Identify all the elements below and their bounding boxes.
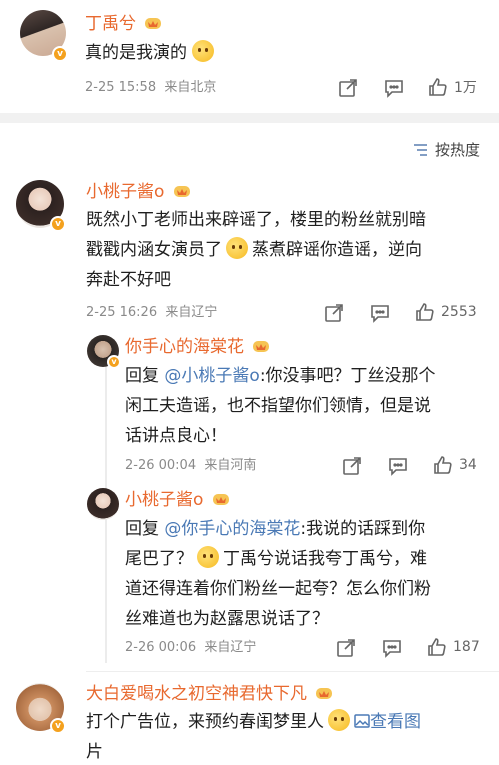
comment-source: 来自辽宁 (165, 305, 218, 320)
post-source: 来自北京 (164, 80, 217, 95)
reply-source: 来自辽宁 (204, 640, 257, 655)
fan-crown-icon (212, 494, 229, 505)
thumbs-up-icon (428, 638, 446, 656)
comment-text: 打个广告位，来预约春闺梦里人 查看图 片 (86, 707, 486, 765)
thumbs-up-icon (434, 456, 452, 474)
fan-crown-icon (173, 186, 190, 197)
avatar-xiaotaozi-small[interactable] (87, 488, 119, 520)
verified-badge-icon: v (52, 46, 68, 62)
comment-icon[interactable] (384, 78, 404, 98)
mention-link[interactable]: @小桃子酱o (164, 366, 259, 386)
comment-author[interactable]: 大白爱喝水之初空神君快下凡 (86, 683, 333, 705)
verified-badge-icon: v (107, 355, 121, 369)
mention-link[interactable]: @你手心的海棠花 (164, 519, 300, 539)
comment-icon[interactable] (382, 638, 402, 658)
comment-meta: 2-25 16:26 来自辽宁 (86, 304, 217, 322)
like-count: 1万 (454, 80, 477, 96)
reply-meta: 2-26 00:06 来自辽宁 (125, 639, 256, 657)
reply-text: 回复 @小桃子酱o:你没事吧？丁丝没那个 闲工夫造谣，也不指望你们领情，但是说 … (125, 366, 436, 446)
reply-source: 来自河南 (204, 458, 257, 473)
fan-crown-icon (253, 341, 270, 352)
author-name[interactable]: 丁禹兮 (85, 13, 162, 35)
sort-label: 按热度 (435, 141, 481, 159)
share-icon[interactable] (336, 638, 356, 658)
reply-time: 2-26 00:06 (125, 640, 197, 655)
heart-eyes-emoji-icon (328, 709, 350, 731)
reply-meta: 2-26 00:04 来自河南 (125, 457, 256, 475)
comment-time: 2-25 16:26 (86, 305, 158, 320)
facepalm-emoji-icon (226, 237, 248, 259)
verified-badge-icon: v (50, 718, 66, 734)
share-icon[interactable] (324, 303, 344, 323)
share-icon[interactable] (342, 456, 362, 476)
fan-crown-icon (145, 18, 162, 29)
comment-icon[interactable] (388, 456, 408, 476)
like-button[interactable]: 2553 (415, 302, 477, 322)
reply-author[interactable]: 你手心的海棠花 (125, 336, 270, 358)
view-image-link[interactable]: 查看图 (354, 712, 421, 732)
fan-crown-icon (316, 688, 333, 699)
reply-text: 回复 @你手心的海棠花:我说的话踩到你 尾巴了？ 丁禹兮说话我夸丁禹兮，难 道还得… (125, 519, 431, 629)
section-divider (0, 113, 499, 123)
share-icon[interactable] (338, 78, 358, 98)
sort-toggle[interactable]: 按热度 (413, 139, 480, 160)
thumbs-up-icon (429, 78, 447, 96)
comment-text: 既然小丁老师出来辟谣了，楼里的粉丝就别暗 戳戳内涵女演员了 蒸煮辟谣你造谣，逆向 … (86, 210, 426, 290)
like-button[interactable]: 1万 (428, 77, 477, 97)
image-icon (354, 714, 370, 728)
reply-author[interactable]: 小桃子酱o (125, 489, 230, 511)
post-meta: 2-25 15:58 来自北京 (85, 79, 216, 97)
like-button[interactable]: 187 (427, 637, 480, 657)
thumbs-up-icon (416, 303, 434, 321)
post-text: 真的是我演的 (85, 38, 215, 68)
reply-time: 2-26 00:04 (125, 458, 197, 473)
comment-icon[interactable] (370, 303, 390, 323)
comment-author[interactable]: 小桃子酱o (86, 181, 191, 203)
smirk-emoji-icon (197, 546, 219, 568)
like-button[interactable]: 34 (433, 455, 477, 475)
post-time: 2-25 15:58 (85, 80, 157, 95)
comment-separator (86, 671, 499, 672)
grin-emoji-icon (192, 40, 215, 62)
like-count: 187 (453, 639, 480, 655)
sort-icon (414, 143, 427, 156)
like-count: 2553 (441, 304, 477, 320)
like-count: 34 (459, 457, 477, 473)
verified-badge-icon: v (50, 216, 66, 232)
